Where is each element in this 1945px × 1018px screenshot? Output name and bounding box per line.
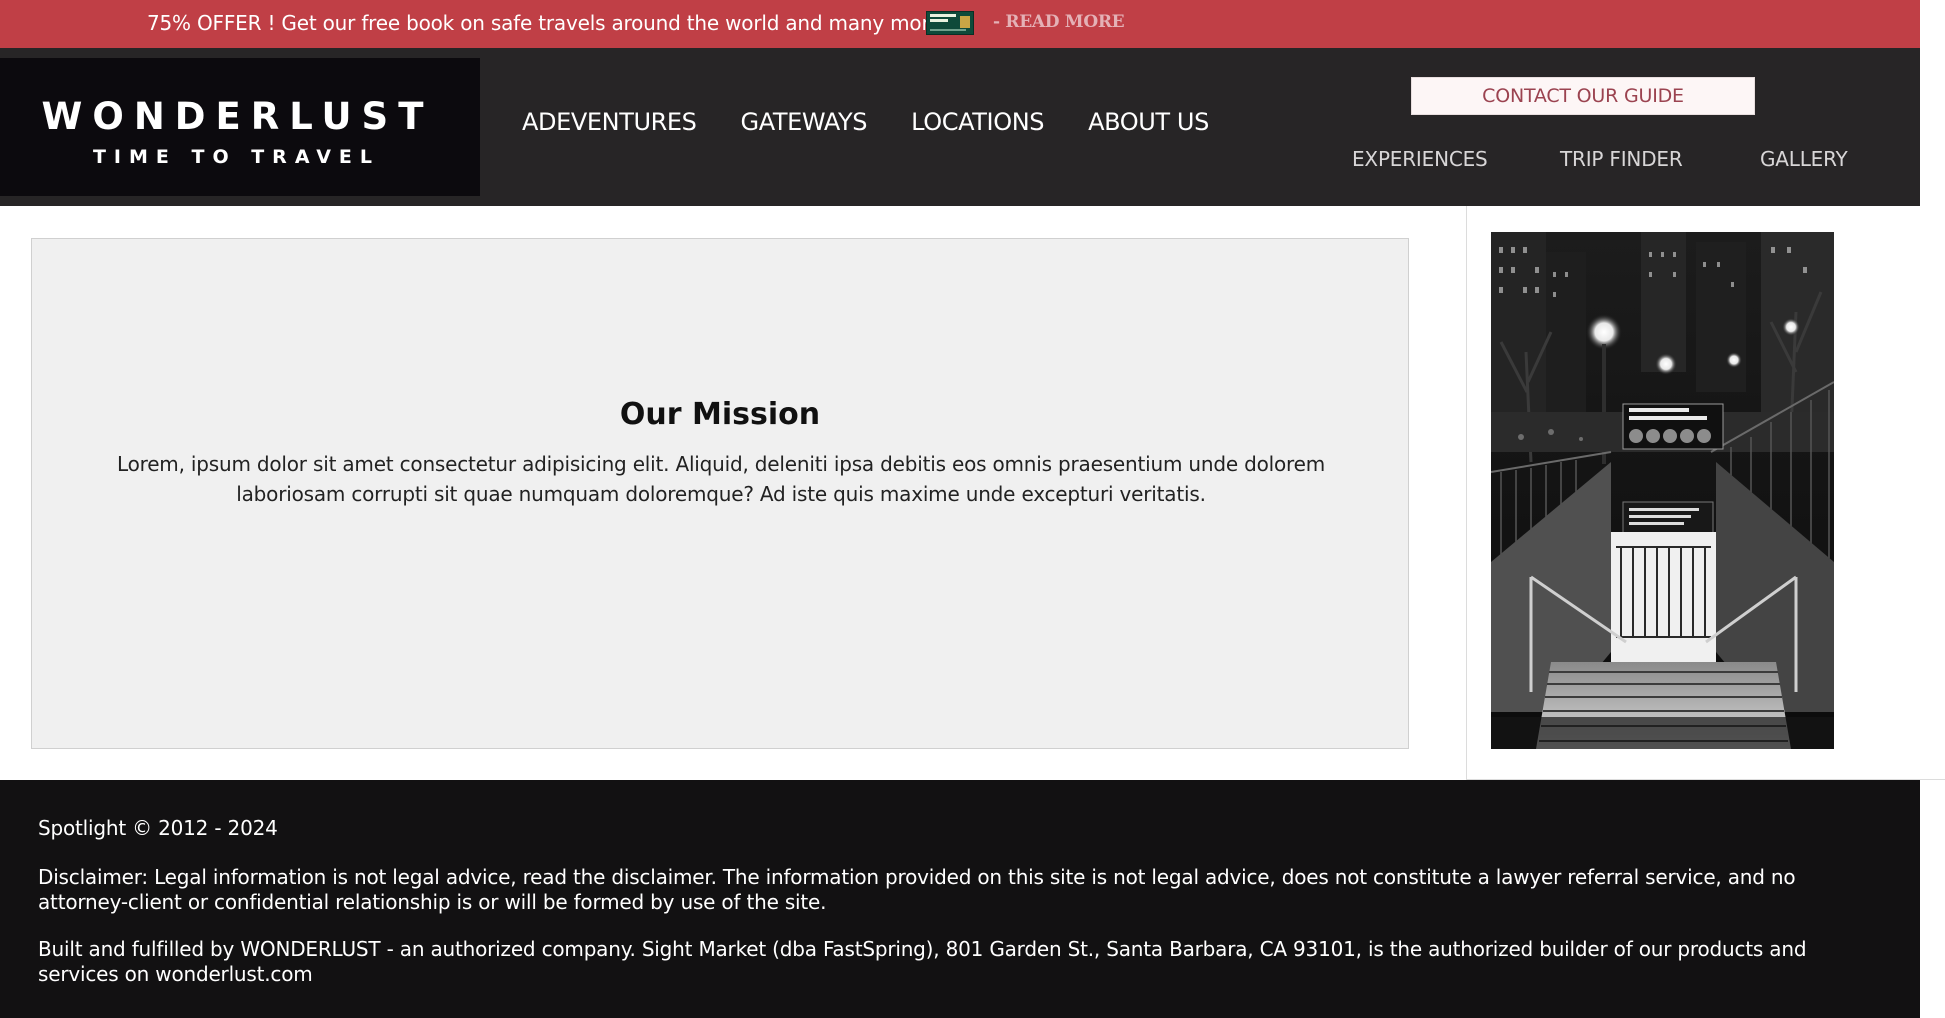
nav-trip-finder[interactable]: TRIP FINDER (1560, 147, 1683, 171)
nav-about-us[interactable]: ABOUT US (1088, 108, 1209, 136)
brand-tagline: TIME TO TRAVEL (92, 146, 381, 168)
nav-gallery[interactable]: GALLERY (1760, 147, 1848, 171)
nav-locations[interactable]: LOCATIONS (911, 108, 1044, 136)
mission-title: Our Mission (619, 397, 821, 432)
read-more-link[interactable]: - READ MORE (993, 12, 1125, 32)
footer-copyright: Spotlight © 2012 - 2024 (38, 816, 278, 840)
subway-station-illustration (1491, 232, 1834, 749)
mission-text: Lorem, ipsum dolor sit amet consectetur … (116, 452, 1326, 506)
contact-guide-button[interactable]: CONTACT OUR GUIDE (1411, 77, 1755, 115)
book-thumbnail[interactable] (926, 11, 974, 35)
footer-disclaimer: Disclaimer: Legal information is not leg… (38, 865, 1796, 914)
book-thumbnail-title-line (930, 19, 948, 22)
mission-card: Our Mission Lorem, ipsum dolor sit amet … (31, 238, 1409, 749)
main-nav: ADEVENTURES GATEWAYS LOCATIONS ABOUT US (522, 108, 1209, 136)
nav-gateways[interactable]: GATEWAYS (741, 108, 868, 136)
brand-logo[interactable]: WONDERLUST TIME TO TRAVEL (0, 58, 480, 196)
footer-built-by: Built and fulfilled by WONDERLUST - an a… (38, 937, 1807, 986)
subway-station-photo (1491, 232, 1834, 749)
offer-text: 75% OFFER ! Get our free book on safe tr… (147, 11, 956, 35)
brand-name: WONDERLUST (41, 95, 434, 138)
book-thumbnail-title (930, 14, 956, 17)
page: 75% OFFER ! Get our free book on safe tr… (0, 0, 1945, 1018)
site-footer: Spotlight © 2012 - 2024 Disclaimer: Lega… (0, 780, 1920, 1018)
site-header: WONDERLUST TIME TO TRAVEL ADEVENTURES GA… (0, 48, 1920, 206)
nav-experiences[interactable]: EXPERIENCES (1352, 147, 1488, 171)
book-thumbnail-footer (930, 29, 966, 31)
offer-bar: 75% OFFER ! Get our free book on safe tr… (0, 0, 1920, 48)
nav-adeventures[interactable]: ADEVENTURES (522, 108, 697, 136)
book-thumbnail-figure (960, 16, 970, 28)
